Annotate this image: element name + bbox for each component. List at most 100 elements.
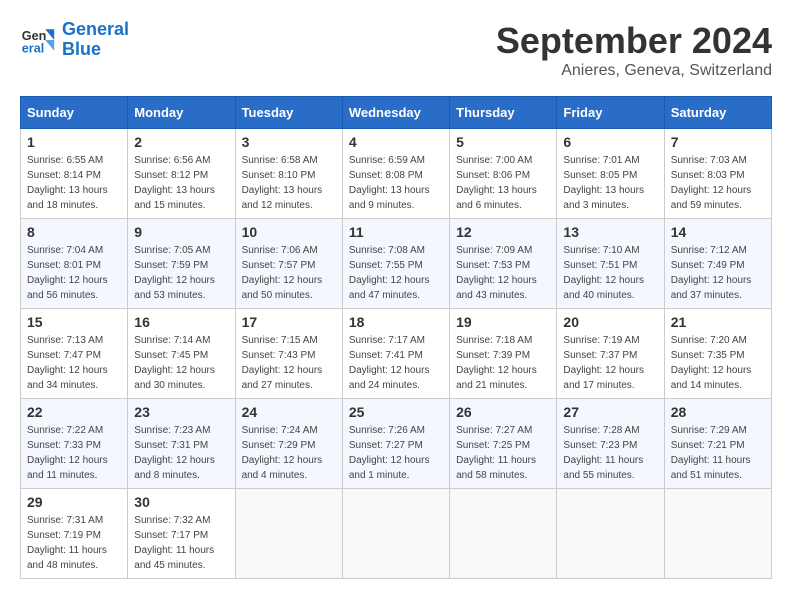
- day-info: Sunrise: 7:20 AMSunset: 7:35 PMDaylight:…: [671, 333, 765, 393]
- table-row: 30 Sunrise: 7:32 AMSunset: 7:17 PMDayligh…: [128, 489, 235, 579]
- table-row: 3 Sunrise: 6:58 AMSunset: 8:10 PMDaylight…: [235, 129, 342, 219]
- calendar-week-row: 8 Sunrise: 7:04 AMSunset: 8:01 PMDaylight…: [21, 219, 772, 309]
- day-info: Sunrise: 7:28 AMSunset: 7:23 PMDaylight:…: [563, 423, 657, 483]
- table-row: 16 Sunrise: 7:14 AMSunset: 7:45 PMDayligh…: [128, 309, 235, 399]
- table-row: [235, 489, 342, 579]
- day-number: 4: [349, 134, 443, 150]
- day-number: 10: [242, 224, 336, 240]
- day-info: Sunrise: 6:59 AMSunset: 8:08 PMDaylight:…: [349, 153, 443, 213]
- day-info: Sunrise: 7:24 AMSunset: 7:29 PMDaylight:…: [242, 423, 336, 483]
- day-number: 2: [134, 134, 228, 150]
- day-number: 27: [563, 404, 657, 420]
- day-info: Sunrise: 7:10 AMSunset: 7:51 PMDaylight:…: [563, 243, 657, 303]
- day-info: Sunrise: 7:22 AMSunset: 7:33 PMDaylight:…: [27, 423, 121, 483]
- day-info: Sunrise: 7:29 AMSunset: 7:21 PMDaylight:…: [671, 423, 765, 483]
- table-row: 19Sunrise: 7:18 AMSunset: 7:39 PMDayligh…: [450, 309, 557, 399]
- col-monday: Monday: [128, 97, 235, 129]
- day-number: 20: [563, 314, 657, 330]
- day-info: Sunrise: 7:19 AMSunset: 7:37 PMDaylight:…: [563, 333, 657, 393]
- table-row: [450, 489, 557, 579]
- day-number: 30: [134, 494, 228, 510]
- day-number: 17: [242, 314, 336, 330]
- table-row: 17 Sunrise: 7:15 AMSunset: 7:43 PMDayligh…: [235, 309, 342, 399]
- page-header: Gen eral General Blue September 2024 Ani…: [20, 20, 772, 80]
- calendar-table: Sunday Monday Tuesday Wednesday Thursday…: [20, 96, 772, 579]
- table-row: 23Sunrise: 7:23 AMSunset: 7:31 PMDayligh…: [128, 399, 235, 489]
- day-info: Sunrise: 7:18 AMSunset: 7:39 PMDaylight:…: [456, 333, 550, 393]
- col-tuesday: Tuesday: [235, 97, 342, 129]
- day-info: Sunrise: 7:06 AMSunset: 7:57 PMDaylight:…: [242, 243, 336, 303]
- table-row: 10 Sunrise: 7:06 AMSunset: 7:57 PMDayligh…: [235, 219, 342, 309]
- day-number: 15: [27, 314, 121, 330]
- day-number: 11: [349, 224, 443, 240]
- day-info: Sunrise: 7:08 AMSunset: 7:55 PMDaylight:…: [349, 243, 443, 303]
- table-row: 7 Sunrise: 7:03 AMSunset: 8:03 PMDaylight…: [664, 129, 771, 219]
- col-saturday: Saturday: [664, 97, 771, 129]
- day-info: Sunrise: 6:55 AMSunset: 8:14 PMDaylight:…: [27, 153, 121, 213]
- day-number: 18: [349, 314, 443, 330]
- logo: Gen eral General Blue: [20, 20, 129, 60]
- col-sunday: Sunday: [21, 97, 128, 129]
- day-info: Sunrise: 7:26 AMSunset: 7:27 PMDaylight:…: [349, 423, 443, 483]
- calendar-header-row: Sunday Monday Tuesday Wednesday Thursday…: [21, 97, 772, 129]
- day-number: 22: [27, 404, 121, 420]
- table-row: 5 Sunrise: 7:00 AMSunset: 8:06 PMDaylight…: [450, 129, 557, 219]
- day-info: Sunrise: 7:01 AMSunset: 8:05 PMDaylight:…: [563, 153, 657, 213]
- day-info: Sunrise: 7:05 AMSunset: 7:59 PMDaylight:…: [134, 243, 228, 303]
- day-number: 16: [134, 314, 228, 330]
- table-row: 27 Sunrise: 7:28 AMSunset: 7:23 PMDayligh…: [557, 399, 664, 489]
- calendar-week-row: 1 Sunrise: 6:55 AMSunset: 8:14 PMDaylight…: [21, 129, 772, 219]
- col-wednesday: Wednesday: [342, 97, 449, 129]
- day-info: Sunrise: 7:14 AMSunset: 7:45 PMDaylight:…: [134, 333, 228, 393]
- day-info: Sunrise: 7:27 AMSunset: 7:25 PMDaylight:…: [456, 423, 550, 483]
- day-number: 29: [27, 494, 121, 510]
- day-number: 1: [27, 134, 121, 150]
- table-row: 28Sunrise: 7:29 AMSunset: 7:21 PMDayligh…: [664, 399, 771, 489]
- table-row: 25Sunrise: 7:26 AMSunset: 7:27 PMDayligh…: [342, 399, 449, 489]
- table-row: 13 Sunrise: 7:10 AMSunset: 7:51 PMDayligh…: [557, 219, 664, 309]
- day-info: Sunrise: 7:23 AMSunset: 7:31 PMDaylight:…: [134, 423, 228, 483]
- day-number: 6: [563, 134, 657, 150]
- svg-text:eral: eral: [22, 41, 44, 55]
- table-row: 2 Sunrise: 6:56 AMSunset: 8:12 PMDaylight…: [128, 129, 235, 219]
- day-info: Sunrise: 7:03 AMSunset: 8:03 PMDaylight:…: [671, 153, 765, 213]
- table-row: 6 Sunrise: 7:01 AMSunset: 8:05 PMDaylight…: [557, 129, 664, 219]
- table-row: 11 Sunrise: 7:08 AMSunset: 7:55 PMDayligh…: [342, 219, 449, 309]
- table-row: 20 Sunrise: 7:19 AMSunset: 7:37 PMDayligh…: [557, 309, 664, 399]
- day-info: Sunrise: 7:04 AMSunset: 8:01 PMDaylight:…: [27, 243, 121, 303]
- table-row: 21 Sunrise: 7:20 AMSunset: 7:35 PMDayligh…: [664, 309, 771, 399]
- day-info: Sunrise: 7:09 AMSunset: 7:53 PMDaylight:…: [456, 243, 550, 303]
- day-info: Sunrise: 6:56 AMSunset: 8:12 PMDaylight:…: [134, 153, 228, 213]
- day-number: 9: [134, 224, 228, 240]
- day-info: Sunrise: 7:15 AMSunset: 7:43 PMDaylight:…: [242, 333, 336, 393]
- day-info: Sunrise: 7:00 AMSunset: 8:06 PMDaylight:…: [456, 153, 550, 213]
- day-info: Sunrise: 7:17 AMSunset: 7:41 PMDaylight:…: [349, 333, 443, 393]
- table-row: 24Sunrise: 7:24 AMSunset: 7:29 PMDayligh…: [235, 399, 342, 489]
- table-row: 15Sunrise: 7:13 AMSunset: 7:47 PMDayligh…: [21, 309, 128, 399]
- logo-icon: Gen eral: [20, 22, 56, 58]
- table-row: 26 Sunrise: 7:27 AMSunset: 7:25 PMDayligh…: [450, 399, 557, 489]
- table-row: 4 Sunrise: 6:59 AMSunset: 8:08 PMDaylight…: [342, 129, 449, 219]
- day-info: Sunrise: 7:32 AMSunset: 7:17 PMDaylight:…: [134, 513, 228, 573]
- table-row: 29 Sunrise: 7:31 AMSunset: 7:19 PMDayligh…: [21, 489, 128, 579]
- day-number: 12: [456, 224, 550, 240]
- day-info: Sunrise: 6:58 AMSunset: 8:10 PMDaylight:…: [242, 153, 336, 213]
- day-number: 21: [671, 314, 765, 330]
- calendar-week-row: 22 Sunrise: 7:22 AMSunset: 7:33 PMDayligh…: [21, 399, 772, 489]
- col-thursday: Thursday: [450, 97, 557, 129]
- day-number: 8: [27, 224, 121, 240]
- day-number: 3: [242, 134, 336, 150]
- location-title: Anieres, Geneva, Switzerland: [496, 62, 772, 80]
- table-row: 9 Sunrise: 7:05 AMSunset: 7:59 PMDaylight…: [128, 219, 235, 309]
- day-number: 26: [456, 404, 550, 420]
- table-row: 18 Sunrise: 7:17 AMSunset: 7:41 PMDayligh…: [342, 309, 449, 399]
- day-info: Sunrise: 7:31 AMSunset: 7:19 PMDaylight:…: [27, 513, 121, 573]
- table-row: 14Sunrise: 7:12 AMSunset: 7:49 PMDayligh…: [664, 219, 771, 309]
- table-row: [342, 489, 449, 579]
- calendar-week-row: 29 Sunrise: 7:31 AMSunset: 7:19 PMDayligh…: [21, 489, 772, 579]
- day-number: 7: [671, 134, 765, 150]
- col-friday: Friday: [557, 97, 664, 129]
- table-row: [557, 489, 664, 579]
- day-number: 5: [456, 134, 550, 150]
- day-number: 13: [563, 224, 657, 240]
